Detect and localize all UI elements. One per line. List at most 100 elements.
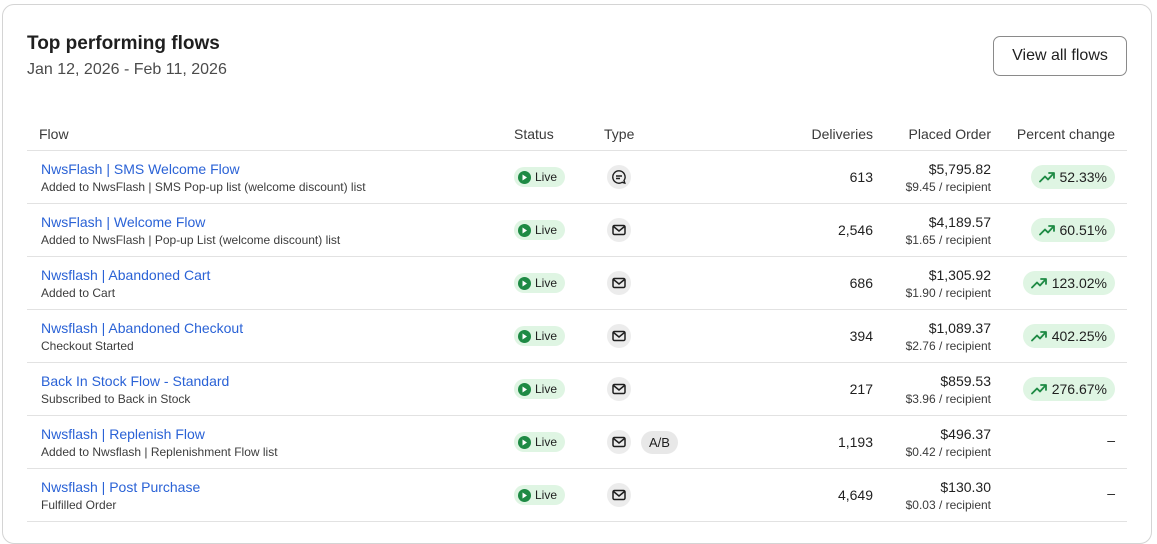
flow-trigger: Added to Nwsflash | Replenishment Flow l… [41,445,278,459]
trend-up-icon [1030,330,1047,342]
placed-order-value: $4,189.57 [928,214,991,230]
table-body: NwsFlash | SMS Welcome Flow Added to NwsF… [27,151,1127,522]
envelope-icon [607,324,631,348]
status-label: Live [535,329,558,343]
play-circle-icon [518,382,531,396]
percent-change-badge: 402.25% [1022,324,1115,348]
chat-bubble-icon [607,165,631,189]
card-title: Top performing flows [27,33,220,54]
play-circle-icon [518,170,531,184]
flow-trigger: Checkout Started [41,339,134,353]
ab-test-badge: A/B [641,431,678,454]
percent-change-value: 402.25% [1051,328,1107,344]
trend-up-icon [1030,383,1047,395]
date-range: Jan 12, 2026 - Feb 11, 2026 [27,61,227,78]
column-header-type[interactable]: Type [604,126,634,142]
flow-name-link[interactable]: Nwsflash | Post Purchase [41,479,200,495]
table-row[interactable]: NwsFlash | Welcome Flow Added to NwsFlash… [27,204,1127,257]
play-circle-icon [518,488,531,502]
column-header-deliveries[interactable]: Deliveries [812,126,873,142]
percent-change-value: – [1107,432,1115,448]
percent-change-value: 52.33% [1059,169,1107,185]
column-header-flow[interactable]: Flow [39,126,69,142]
placed-order-value: $859.53 [940,373,991,389]
percent-change-value: 276.67% [1051,381,1107,397]
status-badge: Live [514,167,566,187]
table-row[interactable]: Nwsflash | Abandoned Checkout Checkout St… [27,310,1127,363]
status-badge: Live [514,326,566,346]
flow-trigger: Subscribed to Back in Stock [41,392,191,406]
placed-order-value: $5,795.82 [928,161,991,177]
status-label: Live [535,488,558,502]
top-flows-card: Top performing flows Jan 12, 2026 - Feb … [2,4,1152,544]
status-label: Live [535,170,558,184]
flow-trigger: Added to Cart [41,286,116,300]
deliveries-value: 4,649 [837,487,873,503]
trend-up-icon [1038,224,1055,236]
percent-change-badge: 123.02% [1022,271,1115,295]
flow-trigger: Added to NwsFlash | Pop-up List (welcome… [41,233,341,247]
placed-order-per-recipient: $0.42 / recipient [905,445,991,459]
envelope-icon [607,377,631,401]
percent-change-badge: 52.33% [1030,165,1115,189]
column-header-percent-change[interactable]: Percent change [1017,126,1115,142]
envelope-icon [607,483,631,507]
flow-trigger: Added to NwsFlash | SMS Pop-up list (wel… [41,180,366,194]
envelope-icon [607,218,631,242]
placed-order-per-recipient: $9.45 / recipient [905,180,991,194]
play-circle-icon [518,276,531,290]
placed-order-per-recipient: $2.76 / recipient [905,339,991,353]
play-circle-icon [518,329,531,343]
status-badge: Live [514,432,566,452]
table-row[interactable]: NwsFlash | SMS Welcome Flow Added to NwsF… [27,151,1127,204]
status-badge: Live [514,485,566,505]
placed-order-value: $1,089.37 [928,320,991,336]
flows-table: Flow Status Type Deliveries Placed Order… [27,115,1127,522]
view-all-flows-button[interactable]: View all flows [993,36,1127,76]
flow-trigger: Fulfilled Order [41,498,117,512]
trend-up-icon [1030,277,1047,289]
flow-name-link[interactable]: NwsFlash | Welcome Flow [41,214,205,230]
placed-order-per-recipient: $3.96 / recipient [905,392,991,406]
placed-order-per-recipient: $1.90 / recipient [905,286,991,300]
status-label: Live [535,382,558,396]
trend-up-icon [1038,171,1055,183]
envelope-icon [607,271,631,295]
deliveries-value: 686 [849,275,873,291]
table-header: Flow Status Type Deliveries Placed Order… [27,115,1127,151]
status-label: Live [535,276,558,290]
deliveries-value: 613 [849,169,873,185]
placed-order-per-recipient: $0.03 / recipient [905,498,991,512]
percent-change-badge: 276.67% [1022,377,1115,401]
envelope-icon [607,430,631,454]
deliveries-value: 1,193 [837,434,873,450]
placed-order-value: $1,305.92 [928,267,991,283]
column-header-placed-order[interactable]: Placed Order [909,126,991,142]
play-circle-icon [518,435,531,449]
status-badge: Live [514,379,566,399]
deliveries-value: 2,546 [837,222,873,238]
percent-change-badge: 60.51% [1030,218,1115,242]
percent-change-value: 60.51% [1059,222,1107,238]
table-row[interactable]: Back In Stock Flow - Standard Subscribed … [27,363,1127,416]
percent-change-value: – [1107,485,1115,501]
placed-order-per-recipient: $1.65 / recipient [905,233,991,247]
flow-name-link[interactable]: Nwsflash | Abandoned Cart [41,267,210,283]
status-label: Live [535,435,558,449]
flow-name-link[interactable]: Nwsflash | Replenish Flow [41,426,205,442]
flow-name-link[interactable]: Nwsflash | Abandoned Checkout [41,320,243,336]
deliveries-value: 217 [849,381,873,397]
flow-name-link[interactable]: NwsFlash | SMS Welcome Flow [41,161,240,177]
flow-name-link[interactable]: Back In Stock Flow - Standard [41,373,229,389]
status-label: Live [535,223,558,237]
table-row[interactable]: Nwsflash | Post Purchase Fulfilled Order L… [27,469,1127,522]
column-header-status[interactable]: Status [514,126,554,142]
table-row[interactable]: Nwsflash | Replenish Flow Added to Nwsfla… [27,416,1127,469]
status-badge: Live [514,220,566,240]
placed-order-value: $130.30 [940,479,991,495]
placed-order-value: $496.37 [940,426,991,442]
status-badge: Live [514,273,566,293]
play-circle-icon [518,223,531,237]
table-row[interactable]: Nwsflash | Abandoned Cart Added to Cart Li… [27,257,1127,310]
deliveries-value: 394 [849,328,873,344]
